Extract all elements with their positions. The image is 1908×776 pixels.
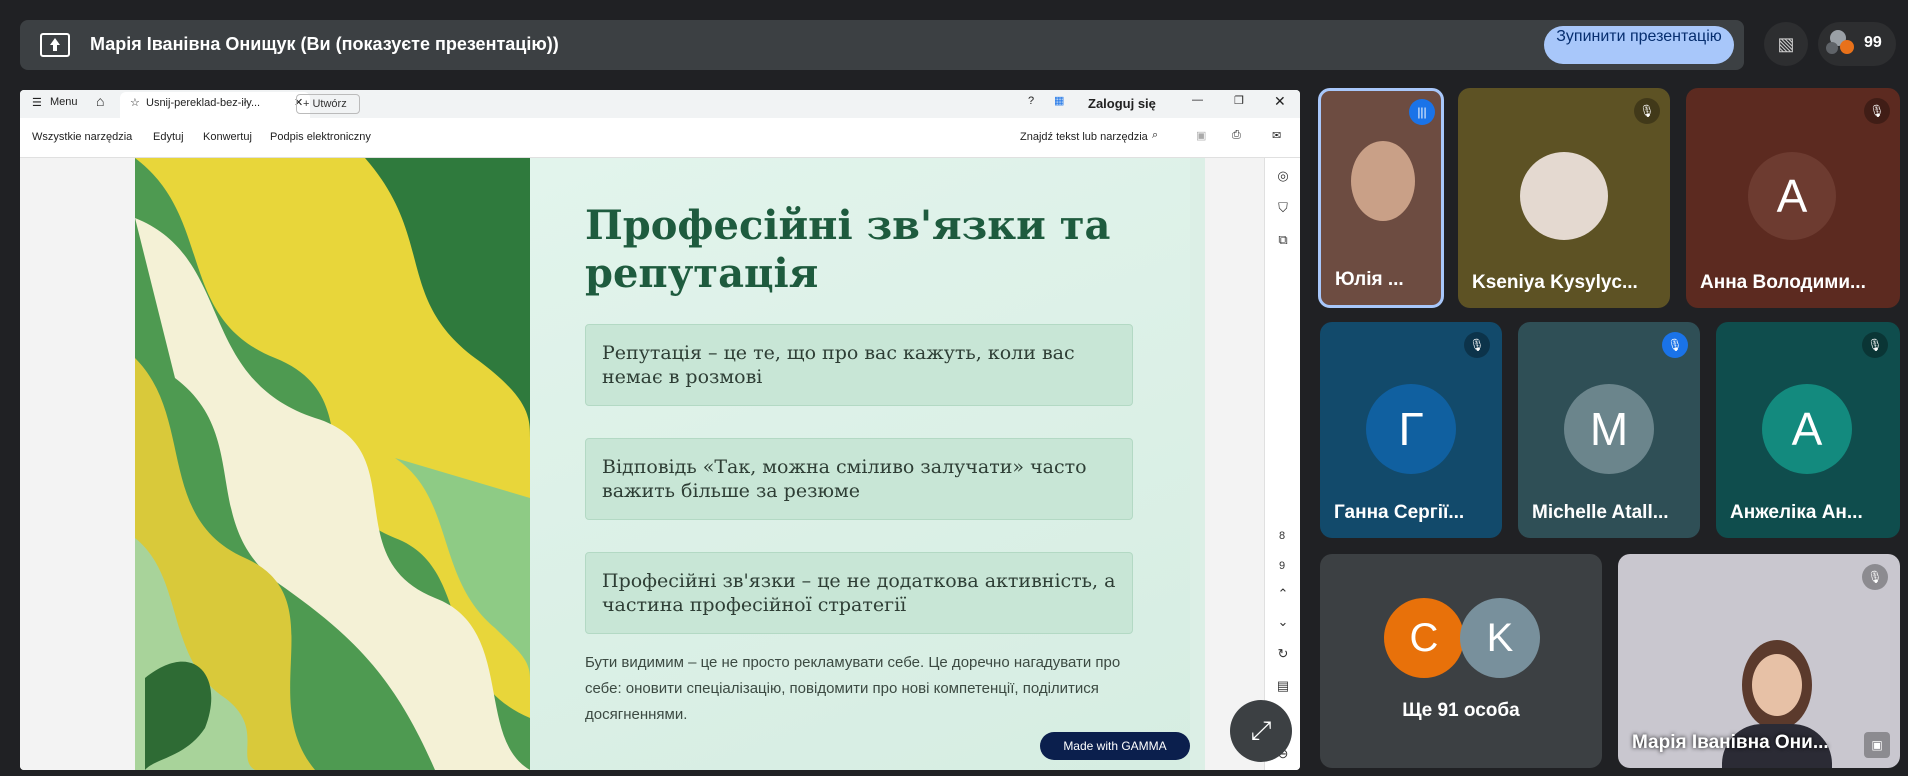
participant-tile[interactable]: 🎙 Kseniya Kysylyc... bbox=[1458, 88, 1670, 308]
avatar: А bbox=[1748, 152, 1836, 240]
presentation-bar: Марія Іванівна Онищук (Ви (показуєте пре… bbox=[20, 20, 1744, 70]
save-icon[interactable]: ▣ bbox=[1196, 129, 1206, 142]
all-tools-menu[interactable]: Wszystkie narzędzia bbox=[32, 131, 132, 143]
browser-tab[interactable]: ☆ Usnij-pereklad-bez-iły... ✕ bbox=[120, 92, 310, 118]
avatar: K bbox=[1460, 598, 1540, 678]
search-tools-label[interactable]: Znajdź tekst lub narzędzia bbox=[1020, 131, 1148, 143]
slide-card: Відповідь «Так, можна сміливо залучати» … bbox=[585, 438, 1133, 520]
participant-tile[interactable]: А 🎙 Анжеліка Ан... bbox=[1716, 322, 1900, 538]
apps-icon[interactable]: ▦ bbox=[1054, 94, 1064, 107]
mic-off-icon: 🎙 bbox=[1864, 98, 1890, 124]
slide-content: Професійні зв'язки та репутація Репутаці… bbox=[530, 158, 1190, 770]
edit-menu[interactable]: Edytuj bbox=[153, 131, 184, 143]
participant-name: Анна Володими... bbox=[1700, 272, 1866, 293]
mic-off-icon: 🎙 bbox=[1634, 98, 1660, 124]
avatar: C bbox=[1384, 598, 1464, 678]
stop-presenting-button[interactable]: Зупинити презентацію bbox=[1544, 26, 1734, 64]
mic-off-icon: 🎙 bbox=[1862, 564, 1888, 590]
menu-icon[interactable]: ☰ bbox=[32, 96, 42, 109]
avatar: А bbox=[1762, 384, 1852, 474]
expand-icon: ⤢ bbox=[1250, 715, 1272, 745]
participant-tile[interactable]: ||| Юлія ... bbox=[1318, 88, 1444, 308]
no-present-icon: ▧ bbox=[1777, 34, 1795, 54]
participant-video bbox=[1351, 141, 1415, 221]
picture-in-picture-icon[interactable]: ▣ bbox=[1864, 732, 1890, 758]
self-view-tile[interactable]: 🎙 Марія Іванівна Они... ▣ bbox=[1618, 554, 1900, 768]
participant-tile[interactable]: Г 🎙 Ганна Сергії... bbox=[1320, 322, 1502, 538]
home-icon[interactable]: ⌂ bbox=[96, 93, 104, 109]
slide-body: Бути видимим – це не просто рекламувати … bbox=[585, 654, 1121, 723]
refresh-icon[interactable]: ↻ bbox=[1273, 646, 1293, 662]
more-participants-tile[interactable]: C K Ще 91 особа bbox=[1320, 554, 1602, 768]
avatar bbox=[1520, 152, 1608, 240]
esign-menu[interactable]: Podpis elektroniczny bbox=[270, 131, 371, 143]
slide-card: Професійні зв'язки – це не додаткова акт… bbox=[585, 552, 1133, 634]
participant-name: Kseniya Kysylyc... bbox=[1472, 272, 1638, 293]
slide-decorative-image bbox=[135, 158, 530, 770]
expand-button[interactable]: ⤢ bbox=[1230, 700, 1292, 762]
bookmark-icon[interactable]: ⛉ bbox=[1273, 200, 1293, 216]
chevron-down-icon[interactable]: ⌄ bbox=[1273, 614, 1293, 630]
participant-count: 99 bbox=[1864, 34, 1882, 51]
more-participants-label: Ще 91 особа bbox=[1402, 700, 1520, 721]
slide: Професійні зв'язки та репутація Репутаці… bbox=[135, 158, 1205, 770]
participant-name: Марія Іванівна Они... bbox=[1632, 732, 1829, 753]
participant-name: Michelle Atall... bbox=[1532, 502, 1669, 523]
new-tab-button[interactable]: + Utwórz bbox=[296, 94, 360, 114]
avatar bbox=[1840, 40, 1854, 54]
participant-name: Юлія ... bbox=[1335, 269, 1404, 290]
minimize-icon[interactable]: — bbox=[1192, 94, 1203, 106]
print-icon[interactable]: ⎙ bbox=[1232, 129, 1241, 142]
participant-tile[interactable]: А 🎙 Анна Володими... bbox=[1686, 88, 1900, 308]
page-number[interactable]: 9 bbox=[1279, 560, 1285, 572]
presentation-title: Марія Іванівна Онищук (Ви (показуєте пре… bbox=[90, 34, 559, 54]
chevron-up-icon[interactable]: ⌃ bbox=[1273, 586, 1293, 602]
right-tool-sidebar: ◎ ⛉ ⧉ 8 9 ⌃ ⌄ ↻ ▤ ⊖ bbox=[1264, 158, 1300, 770]
avatar: M bbox=[1564, 384, 1654, 474]
participant-tile[interactable]: M 🎙 Michelle Atall... bbox=[1518, 322, 1700, 538]
help-icon[interactable]: ? bbox=[1028, 95, 1034, 107]
browser-tabbar: ☰ Menu ⌂ ☆ Usnij-pereklad-bez-iły... ✕ +… bbox=[20, 90, 1300, 118]
mic-off-icon: 🎙 bbox=[1662, 332, 1688, 358]
hide-self-view-button[interactable]: ▧ bbox=[1764, 22, 1808, 66]
close-window-icon[interactable]: ✕ bbox=[1274, 93, 1286, 110]
participant-video bbox=[1752, 654, 1802, 716]
present-screen-icon bbox=[40, 33, 70, 57]
participants-button[interactable]: 99 bbox=[1818, 22, 1896, 66]
mic-off-icon: 🎙 bbox=[1862, 332, 1888, 358]
tab-title: Usnij-pereklad-bez-iły... bbox=[146, 97, 261, 109]
pdf-toolbar: Wszystkie narzędzia Edytuj Konwertuj Pod… bbox=[20, 118, 1300, 158]
slide-title: Професійні зв'язки та репутація bbox=[585, 202, 1111, 297]
speaking-icon: ||| bbox=[1409, 99, 1435, 125]
login-button[interactable]: Zaloguj się bbox=[1088, 96, 1156, 111]
avatar: Г bbox=[1366, 384, 1456, 474]
slide-card: Репутація – це те, що про вас кажуть, ко… bbox=[585, 324, 1133, 406]
file-icon[interactable]: ▤ bbox=[1273, 678, 1293, 694]
avatar bbox=[1826, 42, 1838, 54]
new-tab-label: Utwórz bbox=[312, 98, 347, 110]
participant-name: Анжеліка Ан... bbox=[1730, 502, 1863, 523]
convert-menu[interactable]: Konwertuj bbox=[203, 131, 252, 143]
gamma-badge[interactable]: Made with GAMMA bbox=[1040, 732, 1190, 760]
search-icon[interactable]: ⌕ bbox=[1152, 129, 1158, 142]
participant-name: Ганна Сергії... bbox=[1334, 502, 1465, 523]
shared-window: ☰ Menu ⌂ ☆ Usnij-pereklad-bez-iły... ✕ +… bbox=[20, 90, 1300, 770]
star-icon: ☆ bbox=[130, 97, 140, 109]
comment-icon[interactable]: ◎ bbox=[1273, 168, 1293, 184]
restore-icon[interactable]: ❐ bbox=[1234, 94, 1244, 107]
mic-off-icon: 🎙 bbox=[1464, 332, 1490, 358]
pages-icon[interactable]: ⧉ bbox=[1273, 232, 1293, 248]
mail-icon[interactable]: ✉ bbox=[1272, 129, 1281, 142]
menu-label[interactable]: Menu bbox=[50, 96, 78, 108]
page-number[interactable]: 8 bbox=[1279, 530, 1285, 542]
